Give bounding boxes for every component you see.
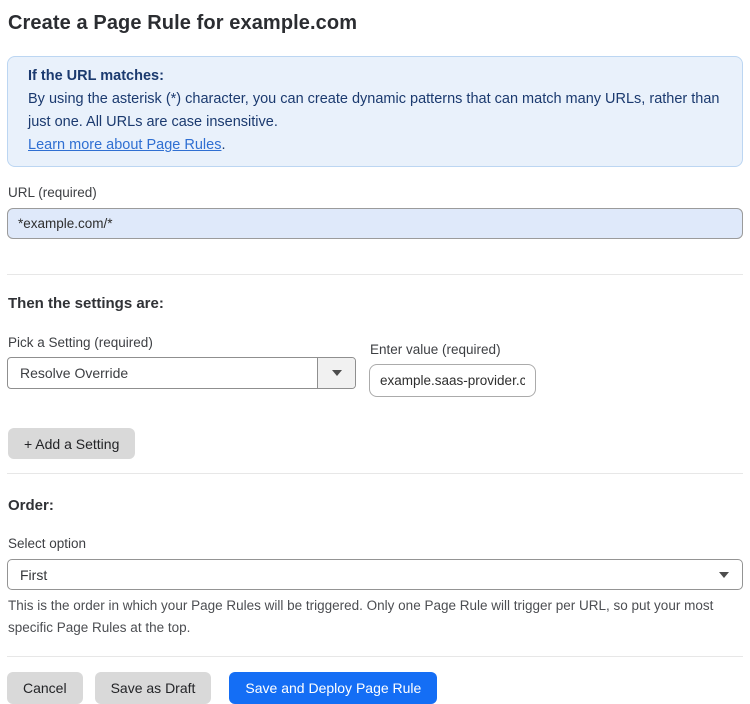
caret-down-icon [331,370,342,376]
section-divider [7,656,743,657]
setting-picker-dropdown[interactable]: Resolve Override [7,357,356,389]
info-box-heading: If the URL matches: [28,68,164,84]
save-and-deploy-button[interactable]: Save and Deploy Page Rule [229,672,438,704]
settings-section-heading: Then the settings are: [8,295,164,312]
setting-picker-label: Pick a Setting (required) [8,335,153,350]
info-box-link-line: Learn more about Page Rules. [28,134,722,157]
info-box-body: By using the asterisk (*) character, you… [28,91,720,130]
action-button-row: Cancel Save as Draft Save and Deploy Pag… [7,672,743,704]
setting-row: Pick a Setting (required) Resolve Overri… [7,335,743,397]
url-input[interactable] [7,208,743,239]
add-setting-button[interactable]: + Add a Setting [8,428,136,459]
order-select-label: Select option [8,536,87,551]
save-as-draft-button[interactable]: Save as Draft [94,672,212,704]
order-select[interactable]: First [7,559,743,590]
link-period: . [221,137,226,153]
order-selected-option: First [20,566,48,583]
section-divider [7,274,743,275]
page-title: Create a Page Rule for example.com [8,12,358,34]
setting-value-column: Enter value (required) [369,335,536,397]
setting-picker-selected-value: Resolve Override [20,365,129,381]
order-help-text: This is the order in which your Page Rul… [8,598,714,635]
setting-value-input[interactable] [369,364,536,397]
learn-more-page-rules-link[interactable]: Learn more about Page Rules [28,137,221,153]
order-section-heading: Order: [8,497,54,514]
setting-picker-column: Pick a Setting (required) Resolve Overri… [7,335,356,389]
url-matches-info-box: If the URL matches: By using the asteris… [7,56,743,167]
caret-down-icon [719,572,729,578]
setting-value-label: Enter value (required) [370,342,501,357]
url-field-label: URL (required) [8,185,97,200]
section-divider [7,473,743,474]
setting-picker-caret-button[interactable] [317,358,355,388]
cancel-button[interactable]: Cancel [7,672,83,704]
